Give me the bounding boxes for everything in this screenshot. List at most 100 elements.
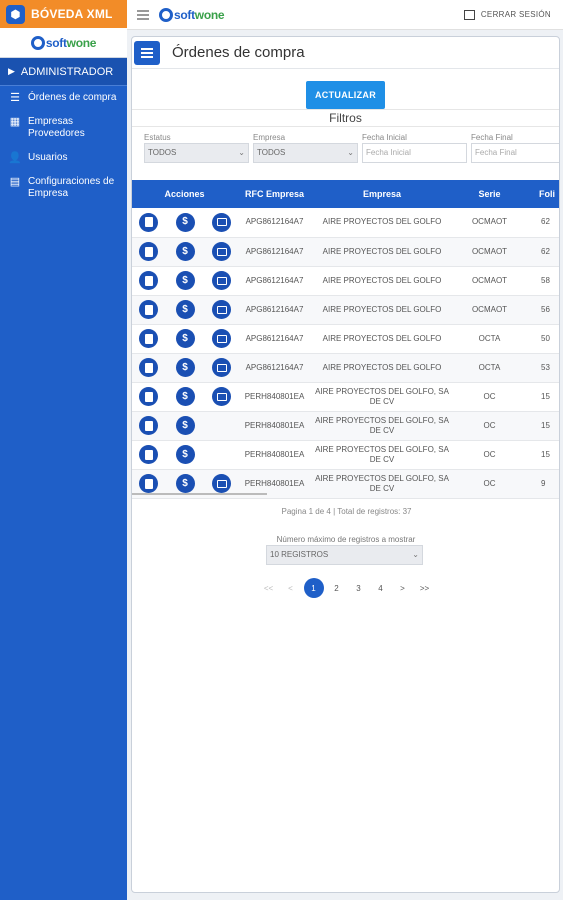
logout-label: CERRAR SESIÓN	[480, 10, 551, 19]
serie-cell: OC	[452, 411, 527, 441]
document-icon[interactable]	[139, 300, 158, 319]
document-icon[interactable]	[139, 387, 158, 406]
xml-image-icon[interactable]	[212, 474, 231, 493]
table-row: $ APG8612164A7 AIRE PROYECTOS DEL GOLFO OCM…	[132, 237, 559, 267]
document-icon[interactable]	[139, 445, 158, 464]
dollar-icon[interactable]: $	[175, 474, 195, 493]
dollar-icon[interactable]: $	[175, 416, 195, 435]
prev-page-button[interactable]: <	[282, 579, 300, 597]
logo-text-a: soft	[45, 35, 67, 50]
fecha-inicial-input[interactable]: Fecha Inicial	[362, 143, 467, 163]
dollar-icon[interactable]: $	[175, 212, 195, 232]
last-page-button[interactable]: >>	[416, 579, 434, 597]
document-icon[interactable]	[139, 271, 158, 290]
col-serie[interactable]: Serie	[452, 180, 527, 208]
first-page-button[interactable]: <<	[260, 579, 278, 597]
card-header: Órdenes de compra	[132, 37, 559, 69]
app-name: BÓVEDA XML	[31, 7, 113, 21]
sidebar-item-label: Usuarios	[28, 152, 68, 163]
menu-toggle-icon[interactable]	[137, 9, 149, 20]
xml-image-icon[interactable]	[212, 300, 231, 319]
document-icon[interactable]	[139, 329, 158, 348]
empresa-select[interactable]: TODOS ⌄	[253, 143, 358, 163]
sidebar-section-admin[interactable]: ▶ ADMINISTRADOR	[0, 58, 127, 86]
sidebar-item-usuarios[interactable]: 👤 Usuarios	[0, 146, 127, 170]
sidebar-item-label: Órdenes de compra	[28, 92, 117, 103]
table-row: $ APG8612164A7 AIRE PROYECTOS DEL GOLFO OCM…	[132, 295, 559, 325]
app-brand[interactable]: ⬢ BÓVEDA XML	[0, 0, 127, 28]
orders-table-wrapper[interactable]: Acciones RFC Empresa Empresa Serie Foli …	[132, 180, 559, 500]
chevron-down-icon: ⌄	[412, 550, 419, 559]
top-bar: soft wone CERRAR SESIÓN	[127, 0, 563, 30]
folio-cell: 53	[527, 353, 559, 383]
logo-text-b: wone	[66, 35, 97, 50]
fecha-final-input[interactable]: Fecha Final	[471, 143, 559, 163]
page-button-4[interactable]: 4	[372, 579, 390, 597]
sidebar-item-configuraciones[interactable]: ▤ Configuraciones de Empresa	[0, 170, 127, 206]
sidebar-item-label: Configuraciones de Empresa	[28, 176, 115, 199]
fecha-final-label: Fecha Final	[471, 133, 513, 142]
xml-image-icon[interactable]	[212, 387, 231, 406]
document-icon[interactable]	[139, 474, 158, 493]
estatus-value: TODOS	[148, 148, 177, 157]
rfc-cell: APG8612164A7	[237, 266, 312, 296]
estatus-select[interactable]: TODOS ⌄	[144, 143, 249, 163]
logout-button[interactable]: CERRAR SESIÓN	[463, 9, 551, 20]
rfc-cell: APG8612164A7	[237, 324, 312, 354]
page-button-1[interactable]: 1	[303, 578, 324, 598]
rfc-cell: PERH840801EA	[237, 382, 312, 412]
dollar-icon[interactable]: $	[175, 358, 195, 377]
document-icon[interactable]	[139, 242, 158, 261]
folio-cell: 15	[527, 440, 559, 470]
xml-image-icon[interactable]	[212, 329, 231, 348]
chevron-right-icon: ▶	[8, 66, 15, 76]
page-button-2[interactable]: 2	[328, 579, 346, 597]
empresa-cell: AIRE PROYECTOS DEL GOLFO	[312, 295, 452, 325]
document-icon[interactable]	[139, 358, 158, 377]
dollar-icon[interactable]: $	[175, 242, 195, 261]
dollar-icon[interactable]: $	[175, 271, 195, 290]
dollar-icon[interactable]: $	[175, 387, 195, 406]
actions-cell: $	[132, 208, 237, 238]
serie-cell: OCMAOT	[452, 266, 527, 296]
page-button-3[interactable]: 3	[350, 579, 368, 597]
document-icon[interactable]	[139, 416, 158, 435]
empresa-cell: AIRE PROYECTOS DEL GOLFO, SA DE CV	[312, 440, 452, 470]
serie-cell: OC	[452, 469, 527, 499]
max-records-value: 10 REGISTROS	[270, 550, 329, 559]
col-folio[interactable]: Foli	[527, 180, 559, 208]
empresa-cell: AIRE PROYECTOS DEL GOLFO, SA DE CV	[312, 469, 452, 499]
logo-text-b: wone	[194, 7, 225, 22]
update-button[interactable]: ACTUALIZAR	[306, 81, 385, 109]
xml-image-icon[interactable]	[212, 242, 231, 261]
dollar-icon[interactable]: $	[175, 300, 195, 319]
actions-cell: $	[132, 411, 237, 441]
rfc-cell: PERH840801EA	[237, 440, 312, 470]
sidebar-section-label: ADMINISTRADOR	[20, 65, 114, 78]
next-page-button[interactable]: >	[394, 579, 412, 597]
dollar-icon[interactable]: $	[175, 445, 195, 464]
max-records-label: Número máximo de registros a mostrar	[276, 535, 416, 544]
empresa-cell: AIRE PROYECTOS DEL GOLFO, SA DE CV	[312, 382, 452, 412]
empresa-cell: AIRE PROYECTOS DEL GOLFO	[312, 237, 452, 267]
xml-image-icon[interactable]	[212, 271, 231, 290]
col-empresa[interactable]: Empresa	[312, 180, 452, 208]
empresa-cell: AIRE PROYECTOS DEL GOLFO	[312, 266, 452, 296]
sidebar-item-empresas[interactable]: ▦ Empresas Proveedores	[0, 110, 127, 146]
actions-cell: $	[132, 266, 237, 296]
grid-icon: ▦	[9, 116, 21, 128]
col-acciones: Acciones	[164, 189, 205, 199]
max-records-select[interactable]: 10 REGISTROS ⌄	[266, 545, 423, 565]
dollar-icon[interactable]: $	[175, 329, 195, 348]
xml-image-icon[interactable]	[212, 212, 231, 232]
orders-table: Acciones RFC Empresa Empresa Serie Foli …	[132, 180, 559, 499]
horizontal-scrollbar[interactable]	[132, 493, 267, 495]
col-rfc[interactable]: RFC Empresa	[237, 180, 312, 208]
table-row: $ APG8612164A7 AIRE PROYECTOS DEL GOLFO OCT…	[132, 324, 559, 354]
empty-action-slot	[212, 445, 231, 464]
actions-cell: $	[132, 324, 237, 354]
xml-image-icon[interactable]	[212, 358, 231, 377]
list-icon: ☰	[10, 92, 20, 104]
document-icon[interactable]	[139, 212, 158, 232]
sidebar-item-ordenes[interactable]: ☰ Órdenes de compra	[0, 86, 127, 110]
